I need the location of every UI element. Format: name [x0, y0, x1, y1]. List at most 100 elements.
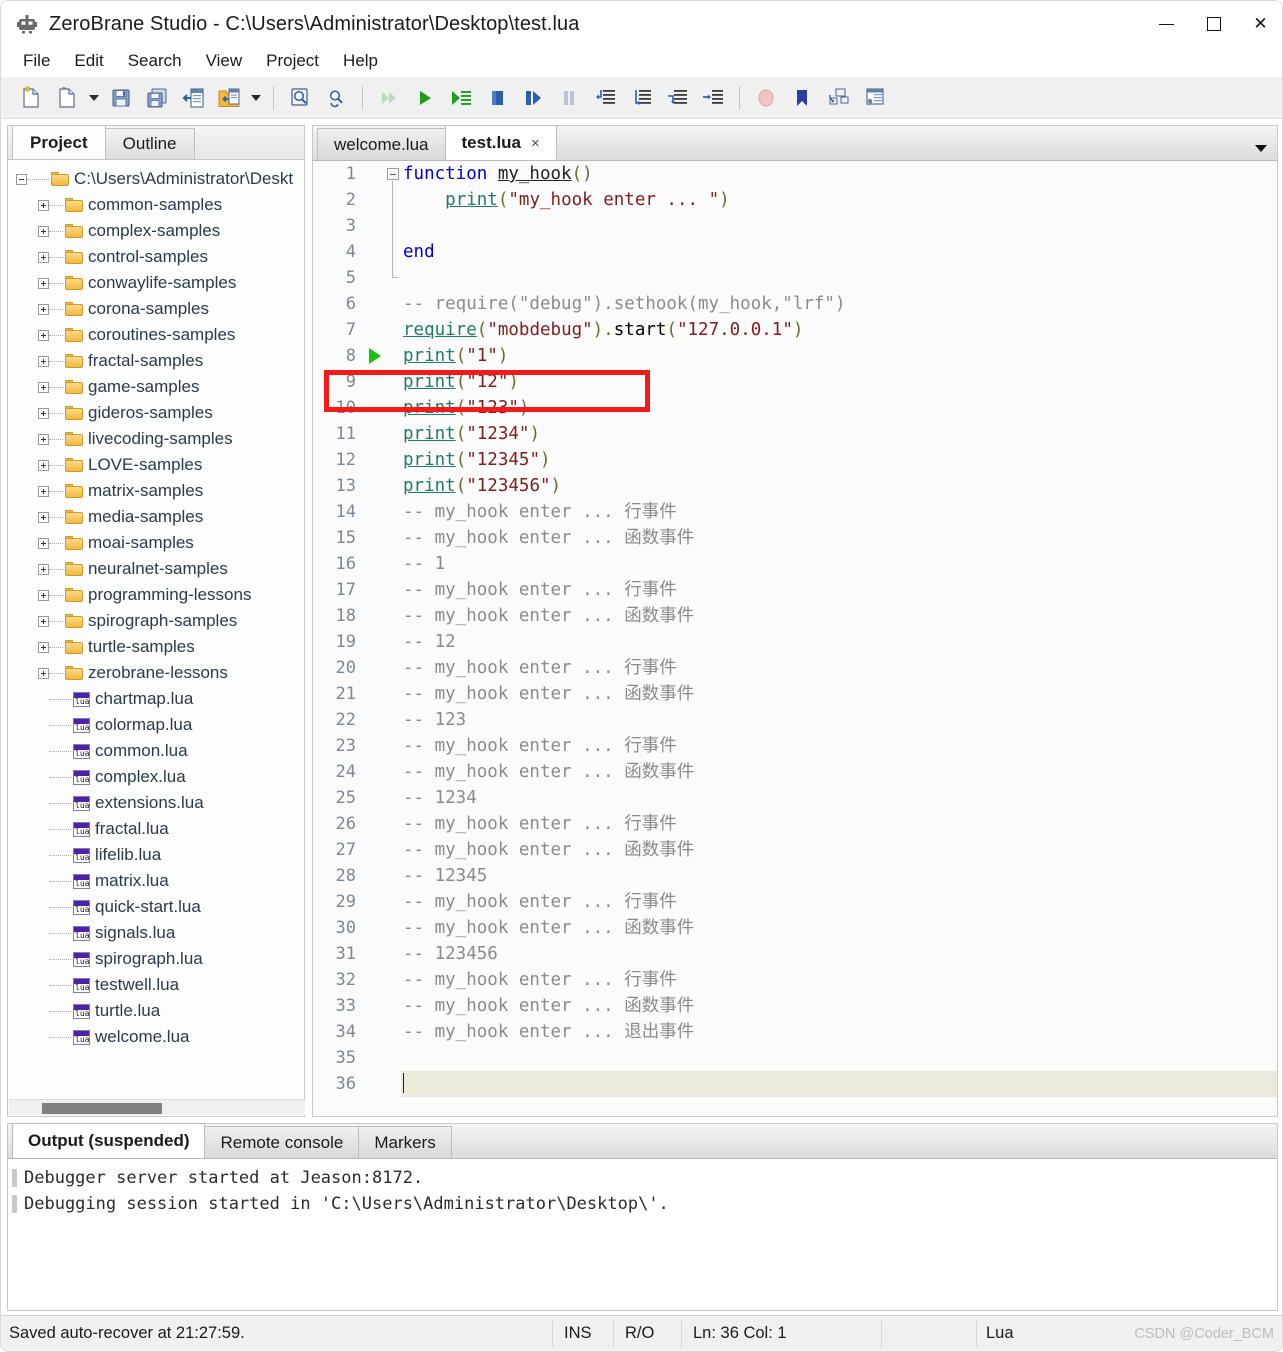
code-line[interactable]: 23 -- my_hook enter ... 行事件	[313, 733, 1277, 759]
tree-item-file[interactable]: lua matrix.lua	[10, 868, 304, 894]
expand-icon[interactable]	[38, 407, 49, 419]
expand-icon[interactable]	[38, 303, 49, 315]
run-icon[interactable]	[371, 81, 407, 115]
tree-item-file[interactable]: lua turtle.lua	[10, 998, 304, 1024]
expand-icon[interactable]	[38, 615, 49, 627]
tree-item-root[interactable]: C:\Users\Administrator\Deskt	[10, 166, 304, 192]
start-debugging-icon[interactable]	[407, 81, 443, 115]
code-line[interactable]: 6 -- require("debug").sethook(my_hook,"lr…	[313, 291, 1277, 317]
code-area[interactable]: 1 function my_hook() 2 print("my_hook ente…	[313, 161, 1277, 1116]
step-out-icon[interactable]	[587, 81, 623, 115]
code-line[interactable]: 14 -- my_hook enter ... 行事件	[313, 499, 1277, 525]
save-all-icon[interactable]	[139, 81, 175, 115]
code-line[interactable]: 17 -- my_hook enter ... 行事件	[313, 577, 1277, 603]
minimize-button[interactable]	[1143, 1, 1190, 47]
expand-icon[interactable]	[38, 641, 49, 653]
code-line[interactable]: 26 -- my_hook enter ... 行事件	[313, 811, 1277, 837]
tab-outline[interactable]: Outline	[104, 128, 195, 159]
code-line[interactable]: 20 -- my_hook enter ... 行事件	[313, 655, 1277, 681]
code-line[interactable]: 3	[313, 212, 1277, 240]
status-readonly[interactable]: R/O	[625, 1324, 654, 1343]
replace-icon[interactable]	[318, 81, 354, 115]
tree-item-file[interactable]: lua complex.lua	[10, 764, 304, 790]
code-line[interactable]: 28 -- 12345	[313, 863, 1277, 889]
toggle-breakpoint-icon[interactable]	[748, 81, 784, 115]
tree-item-folder[interactable]: common-samples	[10, 192, 304, 218]
jump-to-line-icon[interactable]	[695, 81, 731, 115]
code-line[interactable]: 22 -- 123	[313, 707, 1277, 733]
new-file-icon[interactable]	[13, 81, 49, 115]
tree-item-folder[interactable]: matrix-samples	[10, 478, 304, 504]
tree-item-file[interactable]: lua quick-start.lua	[10, 894, 304, 920]
code-line[interactable]: 30 -- my_hook enter ... 函数事件	[313, 915, 1277, 941]
project-directory-dropdown-arrow[interactable]	[247, 81, 265, 115]
tree-item-folder[interactable]: coroutines-samples	[10, 322, 304, 348]
tree-item-file[interactable]: lua welcome.lua	[10, 1024, 304, 1050]
tree-item-folder[interactable]: moai-samples	[10, 530, 304, 556]
menu-item-project[interactable]: Project	[254, 49, 331, 73]
code-line[interactable]: 19 -- 12	[313, 629, 1277, 655]
close-icon[interactable]: ×	[531, 135, 540, 152]
tree-item-folder[interactable]: LOVE-samples	[10, 452, 304, 478]
expand-icon[interactable]	[38, 433, 49, 445]
menu-item-view[interactable]: View	[194, 49, 255, 73]
code-line[interactable]: 36	[313, 1071, 1277, 1097]
menu-item-help[interactable]: Help	[331, 49, 390, 73]
tree-item-folder[interactable]: turtle-samples	[10, 634, 304, 660]
open-file-dropdown-arrow[interactable]	[85, 81, 103, 115]
tab-project[interactable]: Project	[12, 125, 106, 159]
tab-markers[interactable]: Markers	[358, 1126, 452, 1158]
code-line[interactable]: 1 function my_hook()	[313, 161, 1277, 194]
trace-icon[interactable]	[623, 81, 659, 115]
step-into-icon[interactable]	[443, 81, 479, 115]
debug-current-line-marker-icon[interactable]	[365, 348, 385, 364]
find-icon[interactable]	[282, 81, 318, 115]
tree-item-file[interactable]: lua colormap.lua	[10, 712, 304, 738]
save-file-icon[interactable]	[103, 81, 139, 115]
scrollbar-thumb[interactable]	[42, 1103, 162, 1114]
code-line[interactable]: 24 -- my_hook enter ... 函数事件	[313, 759, 1277, 785]
expand-icon[interactable]	[38, 355, 49, 367]
code-line[interactable]: 25 -- 1234	[313, 785, 1277, 811]
menu-item-file[interactable]: File	[11, 49, 62, 73]
status-insert-mode[interactable]: INS	[564, 1324, 592, 1343]
tree-item-folder[interactable]: neuralnet-samples	[10, 556, 304, 582]
code-line[interactable]: 15 -- my_hook enter ... 函数事件	[313, 525, 1277, 551]
tree-item-folder[interactable]: control-samples	[10, 244, 304, 270]
expand-icon[interactable]	[38, 459, 49, 471]
code-line[interactable]: 7 require("mobdebug").start("127.0.0.1")	[313, 317, 1277, 343]
code-line[interactable]: 4 end	[313, 238, 1277, 266]
code-line[interactable]: 31 -- 123456	[313, 941, 1277, 967]
expand-icon[interactable]	[38, 381, 49, 393]
menu-item-edit[interactable]: Edit	[62, 49, 115, 73]
menu-item-search[interactable]: Search	[116, 49, 194, 73]
code-line[interactable]: 27 -- my_hook enter ... 函数事件	[313, 837, 1277, 863]
editor-tab-test-lua[interactable]: test.lua ×	[444, 125, 557, 160]
code-line[interactable]: 18 -- my_hook enter ... 函数事件	[313, 603, 1277, 629]
tree-item-file[interactable]: lua testwell.lua	[10, 972, 304, 998]
project-file-tree[interactable]: C:\Users\Administrator\Deskt common-sampl…	[8, 160, 304, 1090]
watch-view-icon[interactable]	[856, 81, 892, 115]
code-line[interactable]: 21 -- my_hook enter ... 函数事件	[313, 681, 1277, 707]
open-file-icon[interactable]	[49, 81, 85, 115]
expand-icon[interactable]	[38, 251, 49, 263]
tree-item-file[interactable]: lua fractal.lua	[10, 816, 304, 842]
code-line[interactable]: 34 -- my_hook enter ... 退出事件	[313, 1019, 1277, 1045]
stack-view-icon[interactable]	[820, 81, 856, 115]
tree-item-file[interactable]: lua signals.lua	[10, 920, 304, 946]
tree-item-folder[interactable]: complex-samples	[10, 218, 304, 244]
code-line[interactable]: 29 -- my_hook enter ... 行事件	[313, 889, 1277, 915]
code-line[interactable]: 32 -- my_hook enter ... 行事件	[313, 967, 1277, 993]
break-icon[interactable]	[551, 81, 587, 115]
collapse-icon[interactable]	[16, 173, 27, 185]
fold-collapse-icon[interactable]	[387, 168, 399, 180]
tree-item-folder[interactable]: zerobrane-lessons	[10, 660, 304, 686]
code-line[interactable]: 12 print("12345")	[313, 447, 1277, 473]
run-to-cursor-icon[interactable]	[659, 81, 695, 115]
expand-icon[interactable]	[38, 329, 49, 341]
step-over-icon[interactable]	[515, 81, 551, 115]
tree-item-folder[interactable]: programming-lessons	[10, 582, 304, 608]
code-line[interactable]: 2 print("my_hook enter ... ")	[313, 186, 1277, 214]
expand-icon[interactable]	[38, 537, 49, 549]
expand-icon[interactable]	[38, 199, 49, 211]
